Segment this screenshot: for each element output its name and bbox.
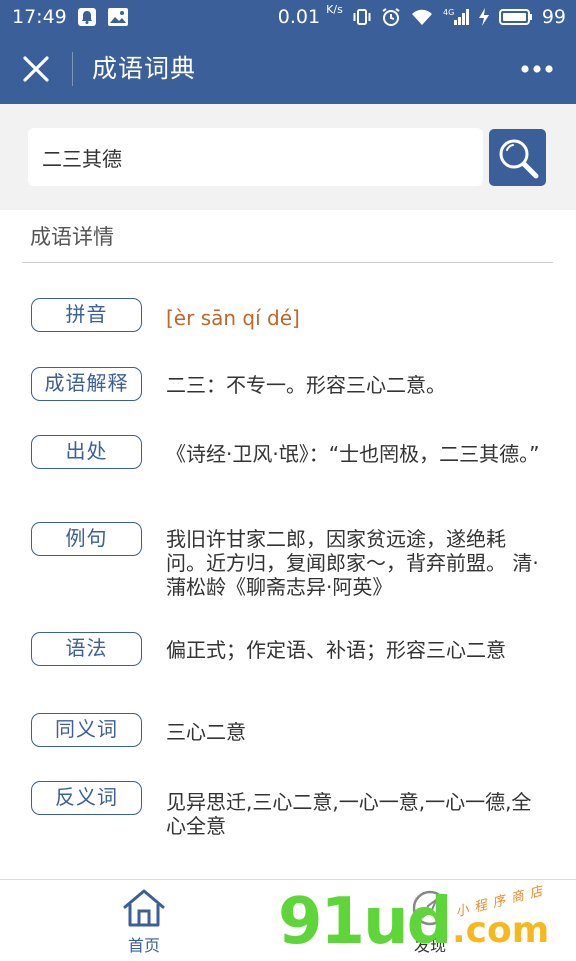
- search-icon: [499, 139, 538, 178]
- detail-value-example: 我旧许甘家二郎，因家贫远途，遂绝耗问。近方归，复闻郎家～，背弃前盟。 清·蒲松龄…: [166, 527, 539, 599]
- detail-value-synonym: 三心二意: [166, 720, 246, 744]
- detail-value-grammar: 偏正式；作定语、补语；形容三心二意: [166, 638, 506, 662]
- detail-value-pinyin: [èr sān qí dé]: [166, 306, 300, 330]
- wifi-icon: [410, 0, 434, 34]
- detail-label-grammar: 语法: [31, 632, 142, 666]
- notification-bell-icon: [77, 0, 97, 34]
- nav-home[interactable]: 首页: [94, 880, 194, 961]
- clock: 17:49: [12, 6, 67, 28]
- search-input[interactable]: [28, 128, 483, 186]
- detail-label-antonym: 反义词: [31, 781, 142, 815]
- detail-label-synonym: 同义词: [31, 713, 142, 747]
- section-title: 成语详情: [30, 225, 114, 249]
- page-title: 成语词典: [92, 54, 197, 83]
- close-button[interactable]: [14, 47, 58, 91]
- alarm-clock-icon: [381, 0, 401, 34]
- network-speed-value: 0.01: [277, 6, 321, 28]
- detail-value-explanation: 二三：不专一。形容三心二意。: [166, 373, 446, 397]
- more-options-button[interactable]: [512, 47, 562, 91]
- home-icon: [122, 888, 166, 932]
- detail-label-example: 例句: [31, 522, 142, 556]
- vibrate-icon: [352, 0, 372, 34]
- more-dots-icon: [521, 65, 553, 73]
- battery-icon: [498, 0, 533, 34]
- title-bar: 成语词典: [0, 34, 576, 104]
- detail-label-pinyin: 拼音: [31, 298, 142, 332]
- title-divider: [72, 52, 73, 86]
- status-bar: 17:49 0.01 K/s 4G 99: [0, 0, 576, 34]
- detail-label-source: 出处: [31, 435, 142, 469]
- bottom-navigation: 首页 发现: [0, 879, 576, 961]
- network-speed: 0.01 K/s: [278, 0, 343, 34]
- charging-icon: [478, 0, 490, 34]
- image-notification-icon: [107, 0, 129, 34]
- detail-label-explanation: 成语解释: [31, 367, 142, 401]
- nav-discover-label: 发现: [413, 936, 446, 955]
- network-speed-unit: K/s: [326, 3, 343, 16]
- section-divider: [22, 262, 553, 263]
- signal-label: 4G: [443, 8, 454, 17]
- cellular-signal-icon: 4G: [443, 0, 469, 34]
- battery-level: 99: [541, 6, 566, 28]
- nav-home-label: 首页: [127, 936, 160, 955]
- detail-value-antonym: 见异思迁,三心二意,一心一意,一心一德,全心全意: [166, 790, 532, 838]
- close-icon: [23, 56, 49, 82]
- search-area: [0, 104, 576, 210]
- search-button[interactable]: [489, 129, 546, 186]
- nav-discover[interactable]: 发现: [380, 880, 480, 961]
- compass-icon: [410, 888, 450, 932]
- detail-value-source: 《诗经·卫风·氓》：“士也罔极，二三其德。”: [166, 442, 540, 466]
